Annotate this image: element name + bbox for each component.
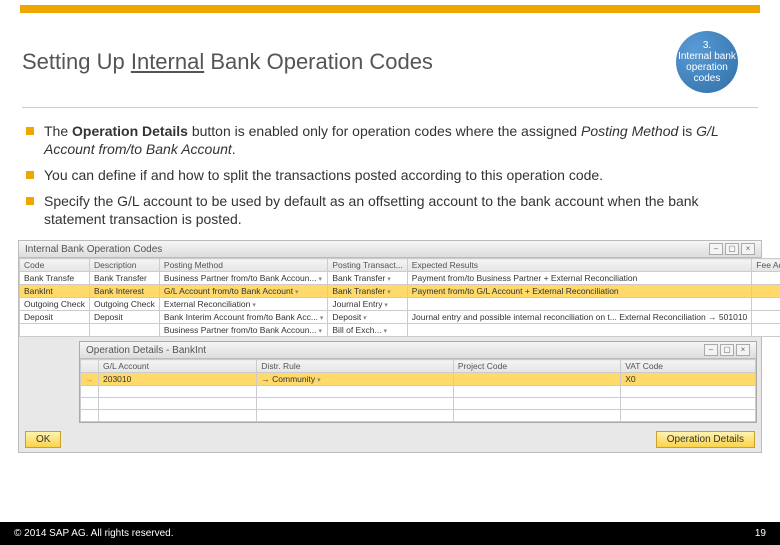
table-row[interactable]: Bank TransfeBank TransferBusiness Partne…: [20, 272, 780, 285]
main-window: Internal Bank Operation Codes – ▢ × Code…: [18, 240, 762, 453]
bullet-item: Specify the G/L account to be used by de…: [26, 192, 754, 228]
window-titlebar: Operation Details - BankInt – ▢ ×: [80, 342, 756, 359]
column-header[interactable]: Posting Transact...: [328, 259, 407, 272]
window-title: Operation Details - BankInt: [86, 345, 206, 356]
step-number: 3.: [703, 40, 711, 51]
bullet-item: The Operation Details button is enabled …: [26, 122, 754, 158]
opcodes-table[interactable]: CodeDescriptionPosting MethodPosting Tra…: [19, 258, 780, 337]
column-header[interactable]: [81, 360, 99, 373]
bullet-marker: [26, 197, 34, 205]
bullet-text: Specify the G/L account to be used by de…: [44, 192, 754, 228]
distr-rule-cell[interactable]: → Community: [257, 373, 454, 386]
project-code-cell[interactable]: [453, 373, 620, 386]
table-row[interactable]: DepositDepositBank Interim Account from/…: [20, 311, 780, 324]
operation-details-window: Operation Details - BankInt – ▢ × G/L Ac…: [79, 341, 757, 423]
step-label: Internal bank operation codes: [676, 51, 738, 84]
ok-button[interactable]: OK: [25, 431, 61, 448]
slide-header: Setting Up Internal Bank Operation Codes…: [22, 31, 758, 108]
table-row[interactable]: → 203010 → Community X0: [81, 373, 756, 386]
column-header[interactable]: G/L Account: [99, 360, 257, 373]
bullet-text: The Operation Details button is enabled …: [44, 122, 754, 158]
bullet-list: The Operation Details button is enabled …: [26, 122, 754, 228]
column-header[interactable]: Distr. Rule: [257, 360, 454, 373]
title-pre: Setting Up: [22, 49, 131, 74]
table-header-row: CodeDescriptionPosting MethodPosting Tra…: [20, 259, 780, 272]
details-table[interactable]: G/L AccountDistr. RuleProject CodeVAT Co…: [80, 359, 756, 422]
window-titlebar: Internal Bank Operation Codes – ▢ ×: [19, 241, 761, 258]
vat-code-cell[interactable]: X0: [621, 373, 756, 386]
bullet-text: You can define if and how to split the t…: [44, 166, 603, 184]
table-row[interactable]: Business Partner from/to Bank Accoun...B…: [20, 324, 780, 337]
close-icon[interactable]: ×: [736, 344, 750, 356]
minimize-icon[interactable]: –: [709, 243, 723, 255]
column-header[interactable]: VAT Code: [621, 360, 756, 373]
table-row[interactable]: [81, 410, 756, 422]
table-header-row: G/L AccountDistr. RuleProject CodeVAT Co…: [81, 360, 756, 373]
column-header[interactable]: Fee Account: [752, 259, 780, 272]
step-badge: 3. Internal bank operation codes: [676, 31, 738, 93]
title-underline: Internal: [131, 49, 204, 74]
table-row[interactable]: [81, 386, 756, 398]
copyright-text: © 2014 SAP AG. All rights reserved.: [14, 528, 174, 539]
window-title: Internal Bank Operation Codes: [25, 244, 162, 255]
column-header[interactable]: Code: [20, 259, 90, 272]
table-row[interactable]: Outgoing CheckOutgoing CheckExternal Rec…: [20, 298, 780, 311]
column-header[interactable]: Description: [89, 259, 159, 272]
button-row: OK Operation Details: [19, 427, 761, 452]
bullet-marker: [26, 171, 34, 179]
minimize-icon[interactable]: –: [704, 344, 718, 356]
operation-details-button[interactable]: Operation Details: [656, 431, 755, 448]
page-number: 19: [755, 528, 766, 539]
close-icon[interactable]: ×: [741, 243, 755, 255]
accent-bar: [20, 5, 760, 13]
slide-title: Setting Up Internal Bank Operation Codes: [22, 49, 676, 75]
title-post: Bank Operation Codes: [204, 49, 433, 74]
bullet-marker: [26, 127, 34, 135]
column-header[interactable]: Expected Results: [407, 259, 751, 272]
slide-footer: © 2014 SAP AG. All rights reserved. 19: [0, 522, 780, 545]
maximize-icon[interactable]: ▢: [725, 243, 739, 255]
table-row[interactable]: BankIntBank InterestG/L Account from/to …: [20, 285, 780, 298]
column-header[interactable]: Posting Method: [159, 259, 327, 272]
maximize-icon[interactable]: ▢: [720, 344, 734, 356]
bullet-item: You can define if and how to split the t…: [26, 166, 754, 184]
link-arrow-icon[interactable]: →: [85, 374, 94, 384]
column-header[interactable]: Project Code: [453, 360, 620, 373]
gl-account-cell[interactable]: 203010: [99, 373, 257, 386]
table-row[interactable]: [81, 398, 756, 410]
